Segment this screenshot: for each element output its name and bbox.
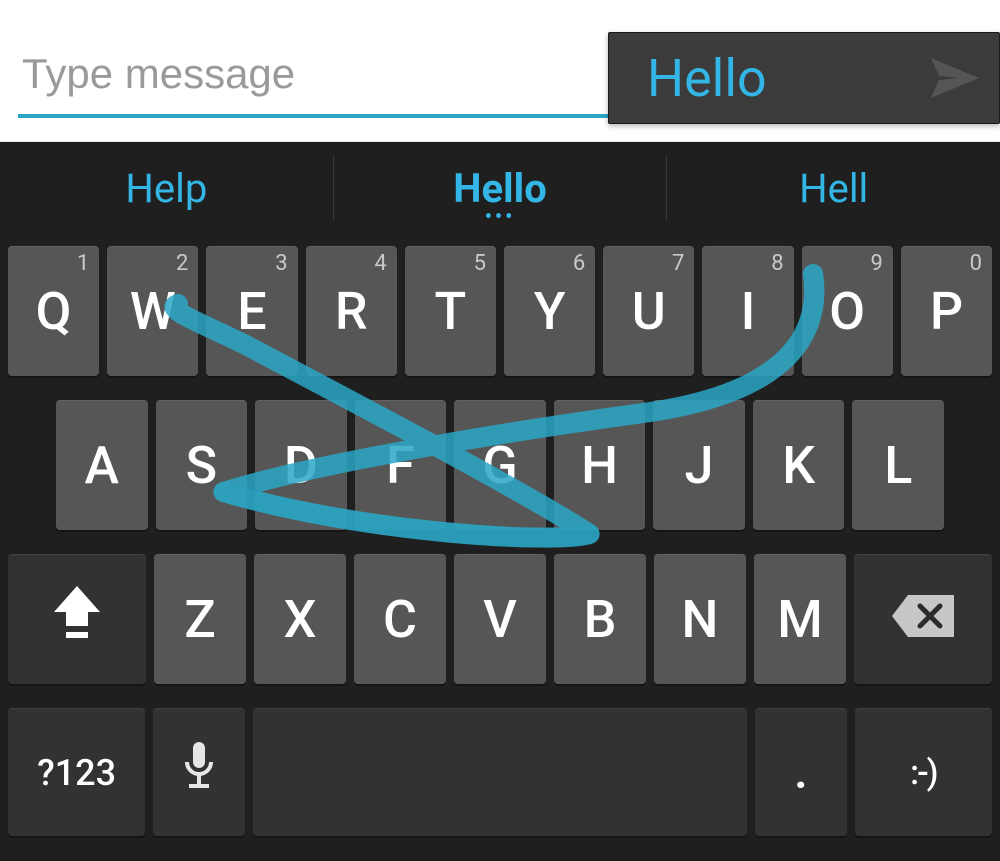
key-j[interactable]: J xyxy=(653,400,745,530)
suggestion-2[interactable]: Hello ••• xyxy=(334,142,667,234)
key-d[interactable]: D xyxy=(255,400,347,530)
key-q[interactable]: Q1 xyxy=(8,246,99,376)
key-v[interactable]: V xyxy=(454,554,546,684)
key-a[interactable]: A xyxy=(56,400,148,530)
key-e[interactable]: E3 xyxy=(206,246,297,376)
keyboard: Q1 W2 E3 R4 T5 Y6 U7 I8 O9 P0 A S D F G … xyxy=(0,234,1000,861)
key-m[interactable]: M xyxy=(754,554,846,684)
key-period[interactable]: . xyxy=(755,708,847,836)
keyboard-row-2: A S D F G H J K L xyxy=(8,400,992,530)
key-u[interactable]: U7 xyxy=(603,246,694,376)
gesture-preview-text: Hello xyxy=(647,48,931,109)
key-n[interactable]: N xyxy=(654,554,746,684)
key-t[interactable]: T5 xyxy=(405,246,496,376)
key-x[interactable]: X xyxy=(254,554,346,684)
suggestion-label: Help xyxy=(125,165,207,212)
key-o[interactable]: O9 xyxy=(802,246,893,376)
key-shift[interactable] xyxy=(8,554,146,684)
key-r[interactable]: R4 xyxy=(306,246,397,376)
key-g[interactable]: G xyxy=(454,400,546,530)
key-l[interactable]: L xyxy=(852,400,944,530)
key-b[interactable]: B xyxy=(554,554,646,684)
suggestion-bar: Help Hello ••• Hell xyxy=(0,142,1000,234)
keyboard-row-1: Q1 W2 E3 R4 T5 Y6 U7 I8 O9 P0 xyxy=(8,246,992,376)
key-s[interactable]: S xyxy=(156,400,248,530)
more-indicator-icon: ••• xyxy=(485,204,516,228)
key-p[interactable]: P0 xyxy=(901,246,992,376)
key-y[interactable]: Y6 xyxy=(504,246,595,376)
keyboard-row-3: Z X C V B N M xyxy=(8,554,992,684)
backspace-icon xyxy=(892,589,954,650)
key-i[interactable]: I8 xyxy=(702,246,793,376)
gesture-preview-pill: Hello xyxy=(608,32,1000,124)
key-space[interactable] xyxy=(253,708,747,836)
key-mic[interactable] xyxy=(153,708,245,836)
key-z[interactable]: Z xyxy=(154,554,246,684)
compose-row: Hello xyxy=(0,0,1000,142)
key-w[interactable]: W2 xyxy=(107,246,198,376)
suggestion-label: Hell xyxy=(799,165,868,212)
key-backspace[interactable] xyxy=(854,554,992,684)
suggestion-1[interactable]: Help xyxy=(0,142,333,234)
key-symbols[interactable]: ?123 xyxy=(8,708,145,836)
shift-icon xyxy=(54,586,100,653)
key-h[interactable]: H xyxy=(554,400,646,530)
keyboard-row-4: ?123 . :-) xyxy=(8,708,992,836)
suggestion-3[interactable]: Hell xyxy=(667,142,1000,234)
key-f[interactable]: F xyxy=(355,400,447,530)
key-smiley[interactable]: :-) xyxy=(855,708,992,836)
microphone-icon xyxy=(181,740,217,805)
key-k[interactable]: K xyxy=(753,400,845,530)
send-icon[interactable] xyxy=(931,58,979,98)
key-c[interactable]: C xyxy=(354,554,446,684)
